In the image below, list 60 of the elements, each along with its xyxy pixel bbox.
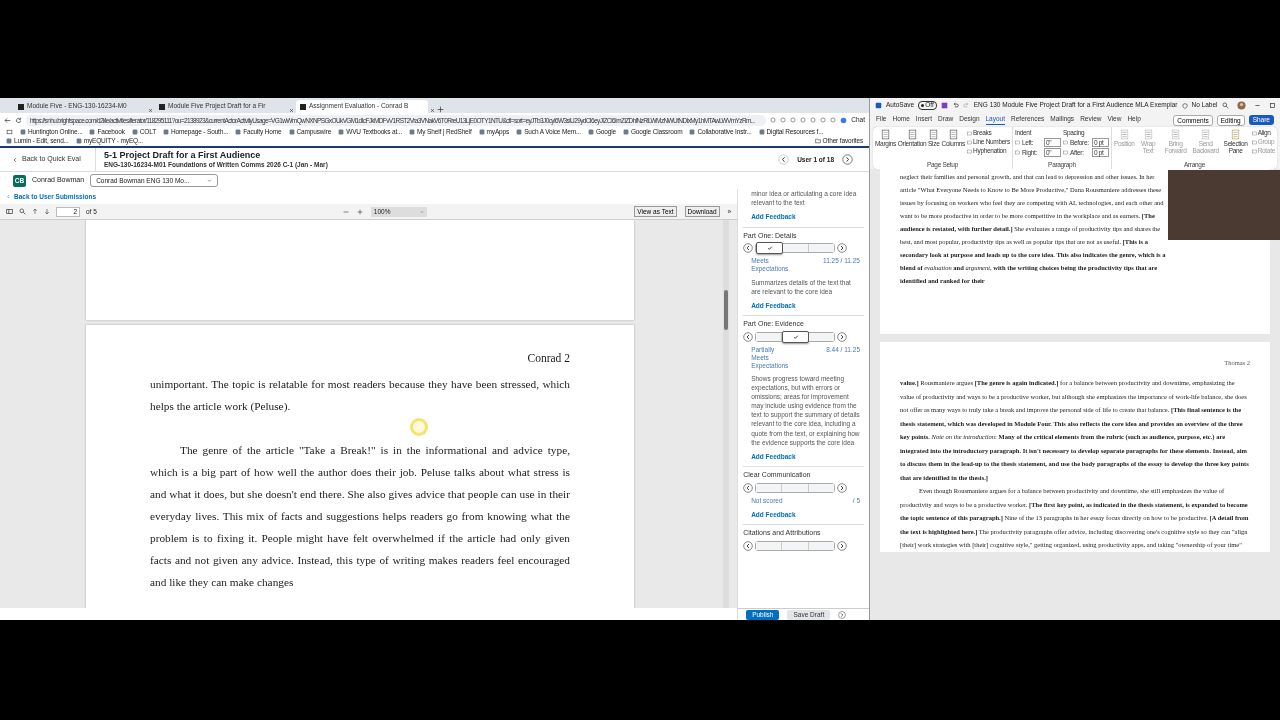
next-icon[interactable]	[842, 154, 853, 166]
undo-icon[interactable]	[951, 102, 959, 109]
avatar-icon[interactable]	[1236, 101, 1246, 110]
bookmark-icon[interactable]	[516, 129, 523, 136]
folder-icon	[814, 138, 821, 145]
bookmark-icon[interactable]	[20, 129, 26, 136]
level-option[interactable]	[756, 242, 784, 255]
search-icon[interactable]	[1221, 102, 1229, 109]
back-icon[interactable]	[4, 116, 11, 124]
previous-level-icon[interactable]	[743, 331, 754, 342]
maximize-icon[interactable]	[1268, 102, 1276, 109]
previous-icon[interactable]	[778, 154, 790, 166]
page-header: Conrad 2	[526, 351, 571, 367]
previous-level-icon[interactable]	[743, 243, 754, 254]
scrollbar[interactable]	[724, 290, 729, 331]
close-icon[interactable]	[148, 108, 153, 113]
shield-icon	[1181, 102, 1188, 109]
tab-actions-icon[interactable]	[6, 129, 13, 136]
chevron-left-icon	[6, 194, 11, 200]
next-level-icon[interactable]	[837, 331, 848, 342]
word-logo-icon	[875, 102, 882, 109]
bookmark-icon[interactable]	[409, 129, 416, 136]
bookmark-icon[interactable]	[622, 129, 629, 136]
bookmark-icon[interactable]	[235, 129, 242, 136]
bookmark-icon[interactable]	[689, 129, 696, 136]
next-level-icon[interactable]	[837, 540, 848, 551]
caret-icon	[207, 178, 213, 184]
bookmark-icon[interactable]	[131, 129, 138, 136]
next-level-icon[interactable]	[837, 243, 848, 254]
previous-level-icon[interactable]	[743, 482, 754, 493]
caret-icon	[419, 209, 424, 214]
down-arrow-icon[interactable]	[44, 208, 50, 216]
cursor-highlight	[410, 418, 428, 437]
search-icon[interactable]	[19, 208, 26, 216]
paragraph: unimportant. The topic is relatable for most readers because they have been stressed, which helps the article work (Peluse).	[149, 377, 571, 415]
previous-level-icon[interactable]	[743, 540, 754, 551]
level-option[interactable]	[782, 330, 810, 343]
bookmark-icon[interactable]	[758, 129, 765, 136]
zoom-in-icon[interactable]	[356, 208, 363, 215]
check-icon	[792, 333, 799, 340]
chevron-left-icon	[12, 156, 18, 163]
bookmark-icon[interactable]	[587, 129, 594, 136]
bookmark-icon[interactable]	[478, 129, 485, 136]
save-icon[interactable]	[940, 102, 948, 109]
copilot-icon	[840, 116, 848, 124]
next-icon[interactable]	[838, 610, 847, 619]
minimize-icon[interactable]	[1253, 102, 1261, 109]
bookmark-icon[interactable]	[338, 129, 345, 136]
bookmark-icon[interactable]	[6, 138, 12, 145]
paragraph: The genre of the article "Take a Break!" is in the informational and advice type, which is a big part of how well the author does their job. Peluse talks about what stress is and what it does, but she doesn't end there. She also gives advice that people can use in their everyday lives. This mix of facts and suggestions helps readers go from knowing what the problem is to fixing it. People might have felt overwhelmed if the article had only given facts and not given any advice. Instead, this type of writing makes readers feel encouraged and like they can make changes	[149, 443, 571, 591]
next-level-icon[interactable]	[837, 482, 848, 493]
bookmark-icon[interactable]	[163, 129, 170, 136]
new-tab-icon[interactable]	[437, 106, 444, 113]
up-arrow-icon[interactable]	[32, 208, 38, 216]
close-icon[interactable]	[289, 108, 294, 113]
sidebar-icon[interactable]	[6, 208, 13, 216]
check-icon	[766, 245, 773, 252]
page-title: 5-1 Project Draft for a First Audience	[104, 150, 262, 162]
bookmark-icon[interactable]	[288, 129, 295, 136]
close-icon[interactable]	[430, 108, 435, 113]
